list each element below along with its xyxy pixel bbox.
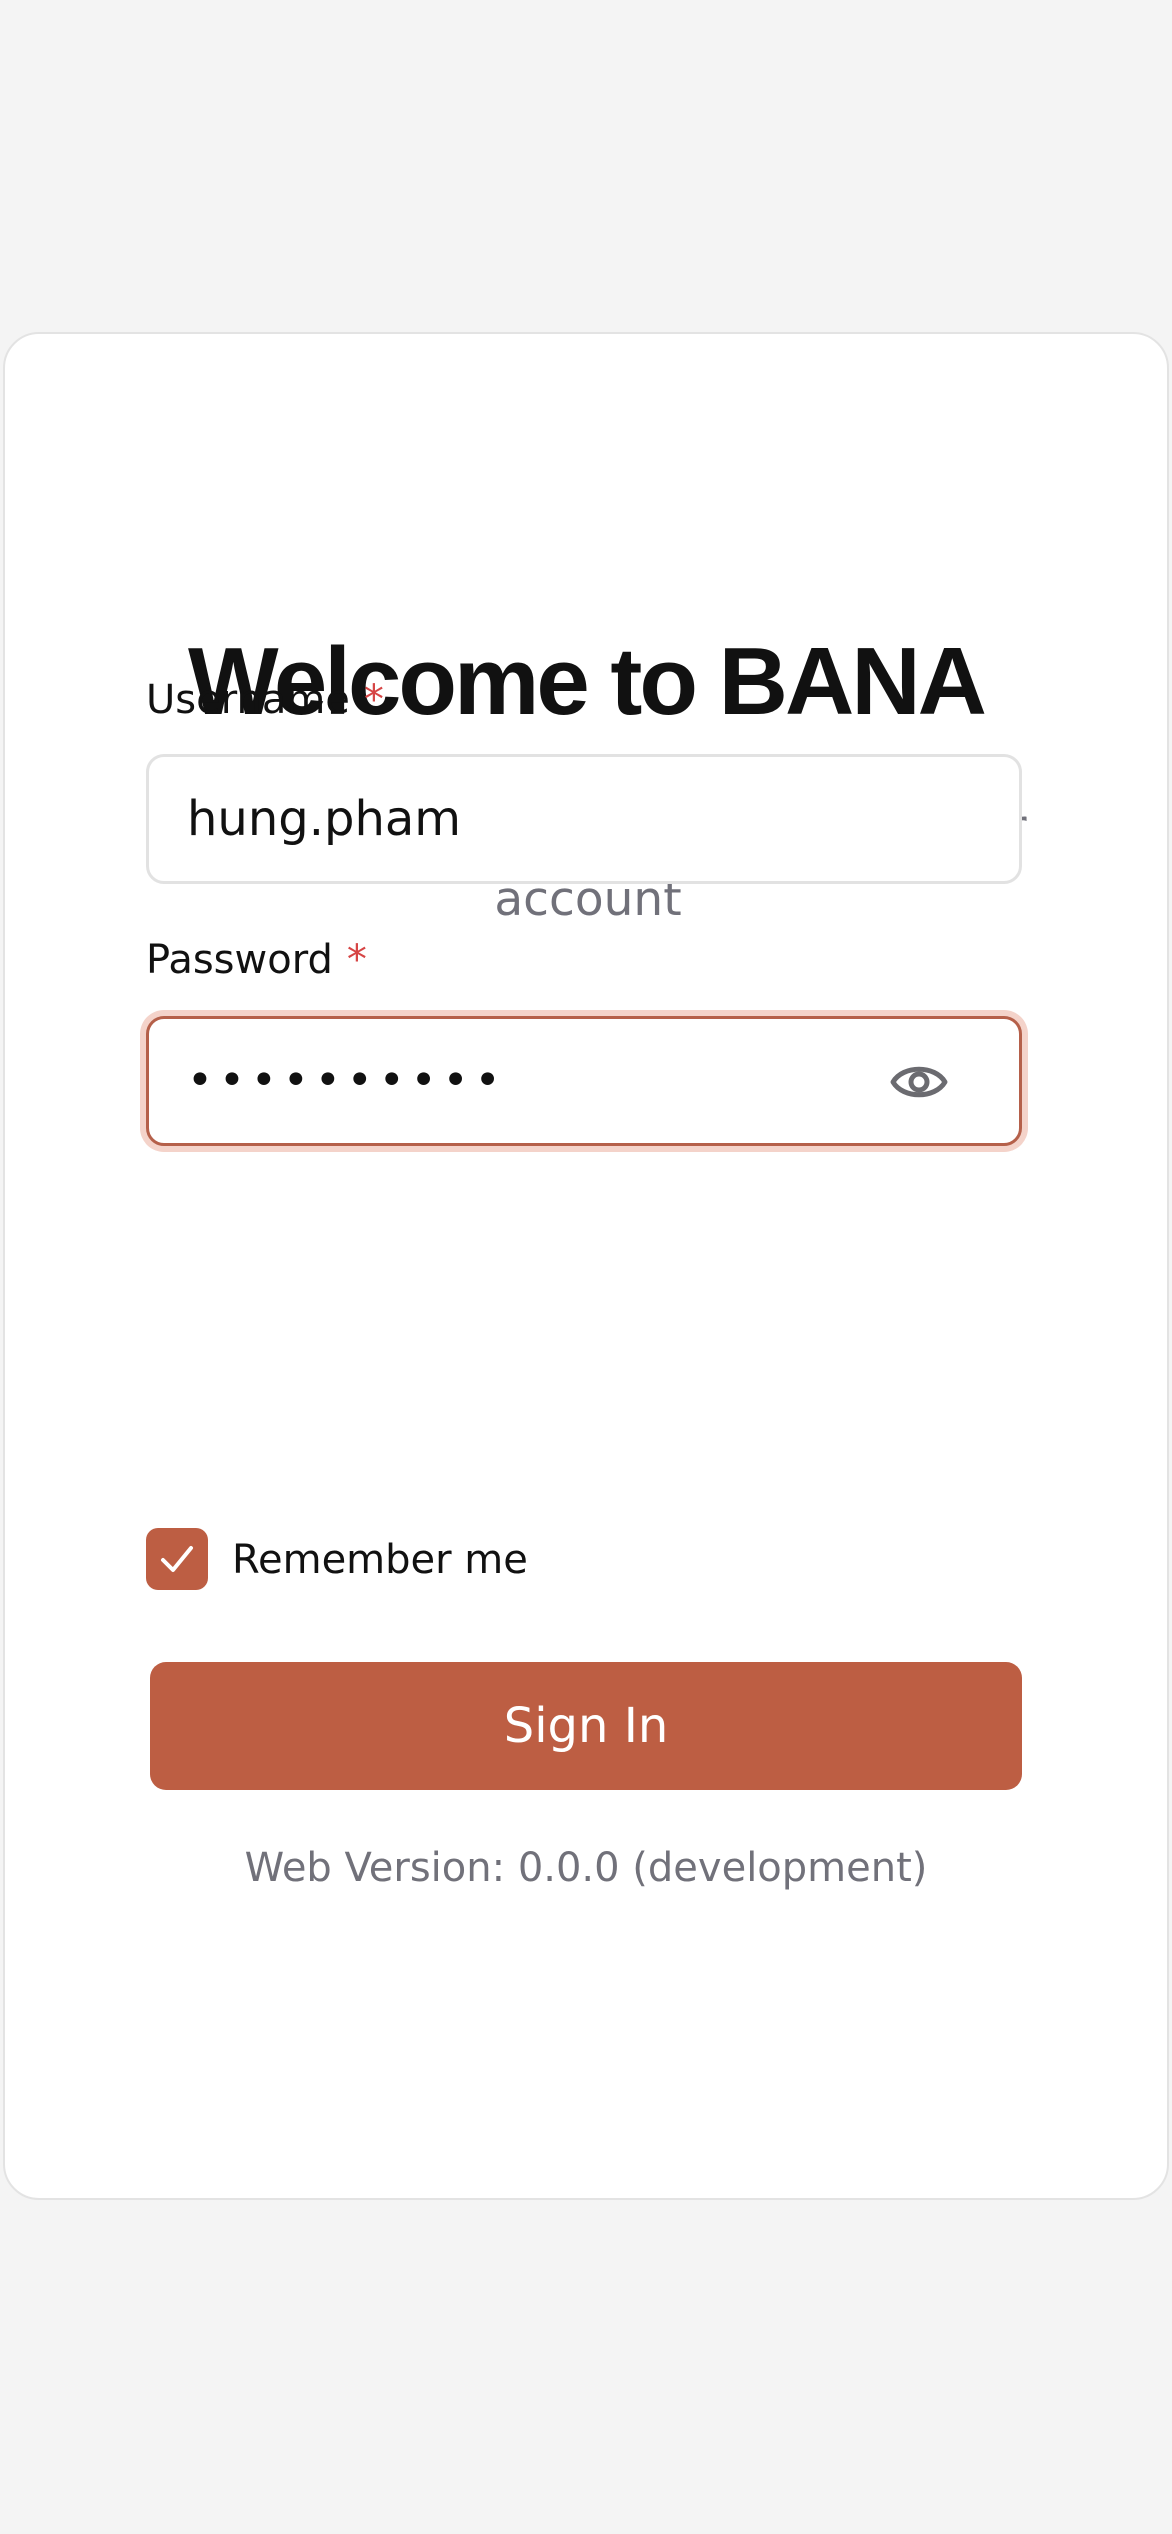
eye-icon[interactable] bbox=[889, 1057, 949, 1107]
checkmark-icon bbox=[161, 1546, 193, 1572]
remember-me-label[interactable]: Remember me bbox=[232, 1540, 528, 1580]
username-label-text: Username bbox=[146, 677, 350, 723]
password-input[interactable]: •••••••••• bbox=[146, 1016, 1022, 1146]
password-required-marker: * bbox=[346, 937, 367, 983]
sign-in-button[interactable]: Sign In bbox=[150, 1662, 1022, 1790]
username-input[interactable]: hung.pham bbox=[146, 754, 1022, 884]
version-text: Web Version: 0.0.0 (development) bbox=[244, 1845, 928, 1891]
username-label: Username * bbox=[146, 680, 384, 720]
login-card: Welcome to BANA Enter your credentials t… bbox=[3, 332, 1169, 2200]
username-input-value: hung.pham bbox=[187, 791, 462, 847]
password-label: Password * bbox=[146, 940, 367, 980]
remember-me-checkbox[interactable] bbox=[146, 1528, 208, 1590]
username-required-marker: * bbox=[363, 677, 384, 723]
password-label-text: Password bbox=[146, 937, 333, 983]
password-input-value: •••••••••• bbox=[187, 1055, 507, 1106]
